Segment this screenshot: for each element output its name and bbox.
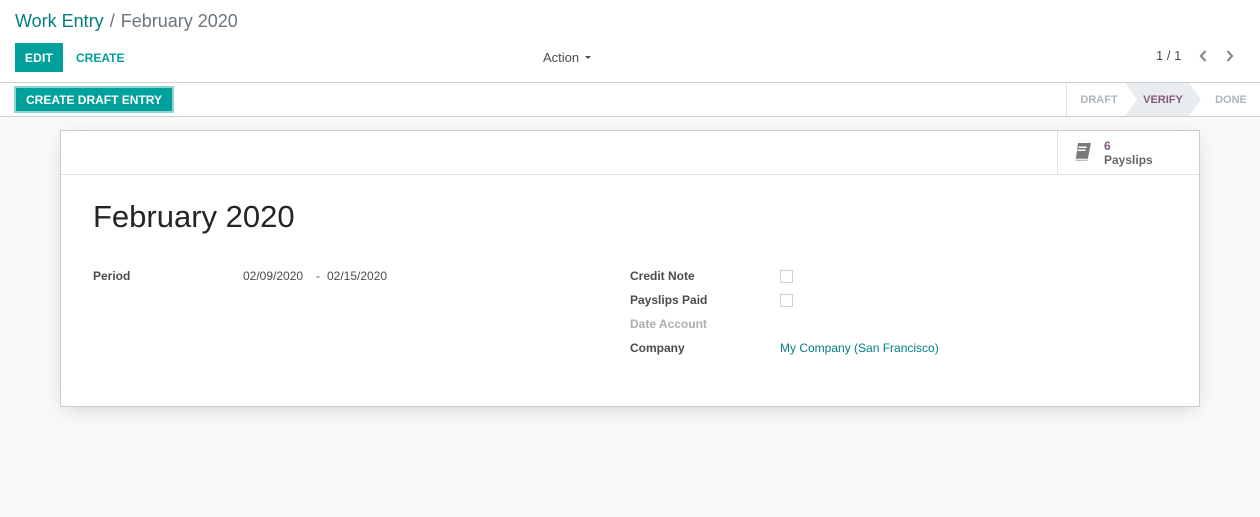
breadcrumb: Work Entry / February 2020	[15, 9, 238, 33]
status-step-verify-label: VERIFY	[1143, 93, 1183, 106]
payslips-paid-checkbox[interactable]	[780, 294, 793, 307]
period-start-value: 02/09/2020	[243, 269, 304, 283]
breadcrumb-separator: /	[109, 11, 115, 31]
create-draft-entry-button[interactable]: CREATE DRAFT ENTRY	[14, 86, 174, 113]
pager-previous-button[interactable]	[1195, 46, 1211, 66]
status-steps: DRAFT VERIFY DONE	[1066, 83, 1260, 116]
status-step-verify[interactable]: VERIFY	[1125, 83, 1201, 116]
statusbar: CREATE DRAFT ENTRY DRAFT VERIFY DONE	[0, 83, 1260, 117]
company-label: Company	[630, 341, 685, 355]
status-step-done[interactable]: DONE	[1201, 83, 1260, 116]
company-link[interactable]: My Company (San Francisco)	[780, 341, 939, 355]
credit-note-checkbox[interactable]	[780, 270, 793, 283]
record-title: February 2020	[93, 199, 295, 234]
breadcrumb-work-entry-link[interactable]: Work Entry	[15, 11, 104, 31]
caret-down-icon	[585, 55, 592, 59]
chevron-right-icon	[1226, 50, 1234, 62]
button-box: 6 Payslips	[61, 131, 1199, 175]
period-label: Period	[93, 269, 131, 283]
payslips-count: 6	[1104, 139, 1111, 153]
action-dropdown-label: Action	[543, 49, 580, 65]
control-panel: Work Entry / February 2020 EDIT CREATE Act…	[0, 0, 1260, 83]
payslips-smart-button[interactable]: 6 Payslips	[1057, 131, 1199, 174]
form-sheet: 6 Payslips February 2020 Period 02/09/20…	[60, 130, 1200, 407]
pager-next-button[interactable]	[1222, 46, 1238, 66]
status-step-draft[interactable]: DRAFT	[1067, 83, 1131, 116]
period-end-value: 02/15/2020	[327, 269, 388, 283]
period-separator: -	[316, 269, 320, 283]
date-account-label: Date Account	[630, 317, 707, 331]
payslips-paid-label: Payslips Paid	[630, 293, 708, 307]
edit-button[interactable]: EDIT	[15, 43, 63, 72]
credit-note-label: Credit Note	[630, 269, 695, 283]
book-icon	[1075, 143, 1091, 161]
chevron-left-icon	[1199, 50, 1207, 62]
pager-value[interactable]: 1 / 1	[1156, 48, 1181, 63]
create-button[interactable]: CREATE	[66, 43, 134, 72]
breadcrumb-current: February 2020	[120, 11, 238, 31]
payslips-label: Payslips	[1104, 153, 1153, 167]
action-dropdown[interactable]: Action	[543, 48, 592, 66]
